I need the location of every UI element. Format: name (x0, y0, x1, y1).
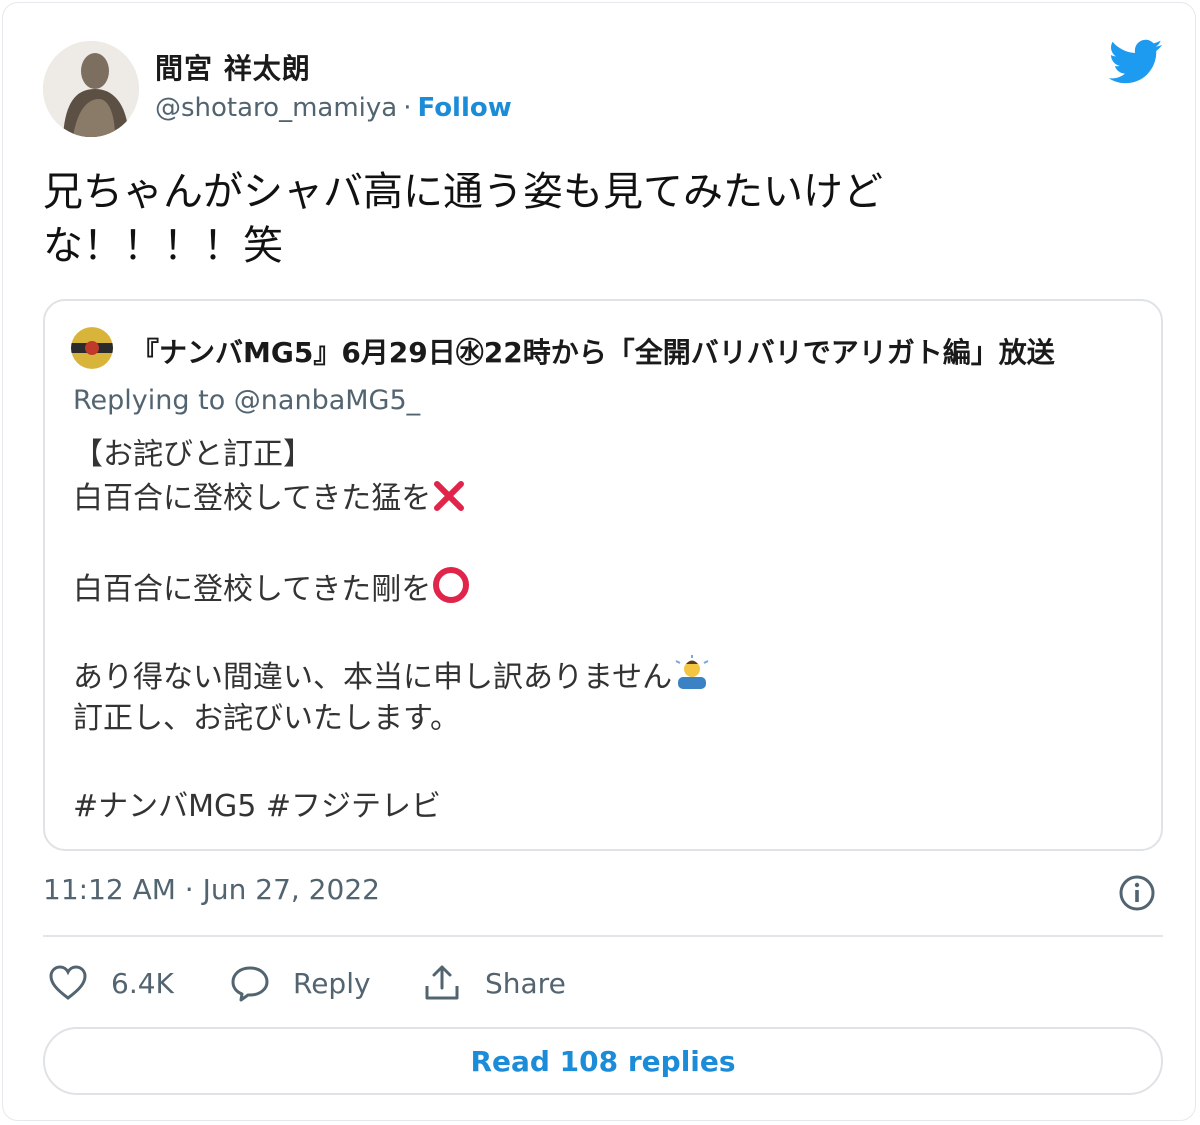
tweet-text-line-2: な！！！！笑 (43, 223, 283, 269)
tweet-text-line-1: 兄ちゃんがシャバ高に通う姿も見てみたいけど (43, 169, 883, 215)
quoted-author-name[interactable]: 『ナンバMG5』6月29日㊌22時から「全開バリバリでアリガト編」放送 (131, 331, 1055, 371)
like-button[interactable]: 6.4K (47, 961, 174, 1005)
quoted-line-2: 白百合に登校してきた猛を (73, 477, 712, 521)
quoted-line-3: 白百合に登校してきた剛を (73, 565, 712, 609)
quoted-hashtags[interactable]: #ナンバMG5 #フジテレビ (73, 785, 712, 829)
handle-separator: · (403, 93, 412, 123)
follow-link[interactable]: Follow (417, 93, 511, 123)
author-handle-row: @shotaro_mamiya · Follow (155, 93, 512, 123)
tweet-timestamp[interactable]: 11:12 AM · Jun 27, 2022 (43, 873, 380, 906)
tweet-card: 間宮 祥太朗 @shotaro_mamiya · Follow 兄ちゃんがシャバ高に… (2, 2, 1196, 1121)
info-icon[interactable] (1117, 873, 1157, 913)
author-avatar[interactable] (43, 41, 139, 137)
quoted-line-5: 訂正し、お詫びいたします。 (73, 701, 460, 736)
actions-divider (43, 935, 1163, 937)
quoted-line-4-text: あり得ない間違い、本当に申し訳ありません (73, 660, 673, 695)
heart-icon (49, 965, 87, 1000)
tweet-text: 兄ちゃんがシャバ高に通う姿も見てみたいけど な！！！！笑 (43, 165, 1003, 273)
quoted-body: 【お詫びと訂正】 白百合に登校してきた猛を 白百合に登校してきた剛を あり得ない… (73, 433, 712, 829)
reply-button[interactable]: Reply (229, 961, 371, 1005)
quoted-spacer-1 (73, 521, 712, 565)
cross-mark-icon (434, 481, 465, 511)
like-count: 6.4K (111, 966, 174, 1000)
reply-label: Reply (293, 966, 371, 1000)
author-handle[interactable]: @shotaro_mamiya (155, 93, 397, 123)
reply-bubble-icon (231, 966, 269, 1002)
read-replies-button[interactable]: Read 108 replies (43, 1027, 1163, 1095)
quoted-spacer-3 (73, 741, 712, 785)
quoted-replying-to[interactable]: Replying to @nanbaMG5_ (73, 385, 420, 416)
quoted-line-2-text: 白百合に登校してきた猛を (73, 481, 432, 516)
quoted-spacer-2 (73, 609, 712, 653)
share-icon (425, 965, 459, 1000)
circle-mark-icon (433, 567, 470, 603)
quoted-line-4: あり得ない間違い、本当に申し訳ありません (73, 653, 712, 697)
quoted-author-avatar[interactable] (71, 327, 113, 369)
twitter-bird-icon[interactable] (1109, 39, 1163, 85)
quoted-line-3-text: 白百合に登校してきた剛を (73, 572, 432, 607)
share-button[interactable]: Share (421, 961, 566, 1005)
author-display-name[interactable]: 間宮 祥太朗 (155, 47, 311, 87)
bowing-person-icon (675, 655, 709, 689)
quoted-tweet[interactable]: 『ナンバMG5』6月29日㊌22時から「全開バリバリでアリガト編」放送 Repl… (43, 299, 1163, 851)
quoted-line-1: 【お詫びと訂正】 (73, 437, 313, 472)
share-label: Share (485, 966, 566, 1000)
